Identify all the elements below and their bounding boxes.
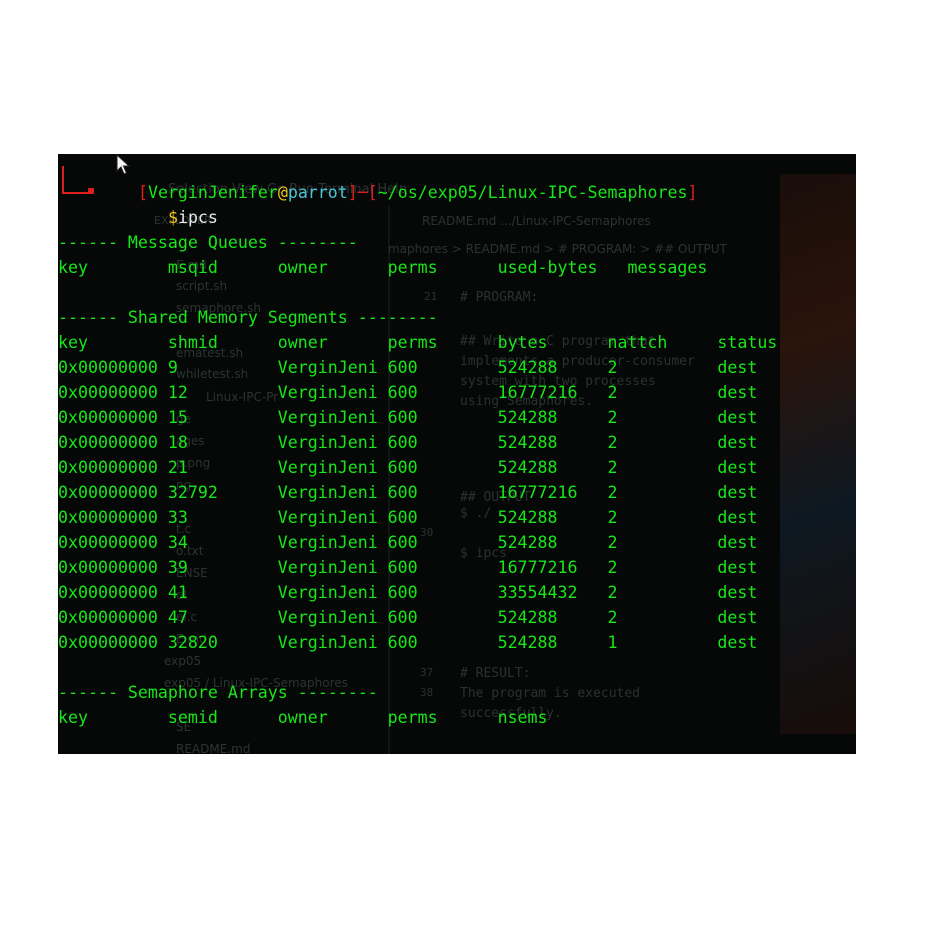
semaphore-arrays-columns: key semid owner perms nsems bbox=[58, 708, 548, 727]
prompt-path: ~/os/exp05/Linux-IPC-Semaphores bbox=[377, 183, 688, 202]
shared-memory-row: 0x00000000 15 VerginJeni 600 524288 2 de… bbox=[58, 408, 758, 427]
prompt-line: [VerginJenifer@parrot]─[~/os/exp05/Linux… bbox=[78, 155, 698, 202]
shared-memory-row: 0x00000000 18 VerginJeni 600 524288 2 de… bbox=[58, 433, 758, 452]
prompt-close-bracket: ] bbox=[687, 183, 698, 202]
prompt-separator: ]─[ bbox=[347, 183, 378, 202]
shared-memory-row: 0x00000000 34 VerginJeni 600 524288 2 de… bbox=[58, 533, 758, 552]
shared-memory-row: 0x00000000 9 VerginJeni 600 524288 2 des… bbox=[58, 358, 758, 377]
prompt-symbol: $ bbox=[167, 208, 178, 227]
shared-memory-row: 0x00000000 39 VerginJeni 600 16777216 2 … bbox=[58, 558, 758, 577]
command-line[interactable]: $ipcs bbox=[108, 180, 218, 227]
shared-memory-header: ------ Shared Memory Segments -------- bbox=[58, 308, 438, 327]
message-queues-header: ------ Message Queues -------- bbox=[58, 233, 358, 252]
prompt-host: parrot bbox=[287, 183, 348, 202]
shared-memory-row: 0x00000000 33 VerginJeni 600 524288 2 de… bbox=[58, 508, 758, 527]
terminal-window[interactable]: Selection View Go Run Terminal Help EXPL… bbox=[58, 154, 856, 754]
mouse-pointer-icon bbox=[116, 154, 130, 175]
terminal-output: [VerginJenifer@parrot]─[~/os/exp05/Linux… bbox=[58, 154, 856, 754]
prompt-at: @ bbox=[277, 183, 288, 202]
shared-memory-row: 0x00000000 32792 VerginJeni 600 16777216… bbox=[58, 483, 758, 502]
shared-memory-row: 0x00000000 41 VerginJeni 600 33554432 2 … bbox=[58, 583, 758, 602]
semaphore-arrays-header: ------ Semaphore Arrays -------- bbox=[58, 683, 378, 702]
command-text: ipcs bbox=[177, 208, 218, 227]
shared-memory-row: 0x00000000 47 VerginJeni 600 524288 2 de… bbox=[58, 608, 758, 627]
shared-memory-row: 0x00000000 21 VerginJeni 600 524288 2 de… bbox=[58, 458, 758, 477]
shared-memory-columns: key shmid owner perms bytes nattch statu… bbox=[58, 333, 778, 352]
shared-memory-row: 0x00000000 12 VerginJeni 600 16777216 2 … bbox=[58, 383, 758, 402]
message-queues-columns: key msqid owner perms used-bytes message… bbox=[58, 258, 708, 277]
shared-memory-row: 0x00000000 32820 VerginJeni 600 524288 1… bbox=[58, 633, 758, 652]
